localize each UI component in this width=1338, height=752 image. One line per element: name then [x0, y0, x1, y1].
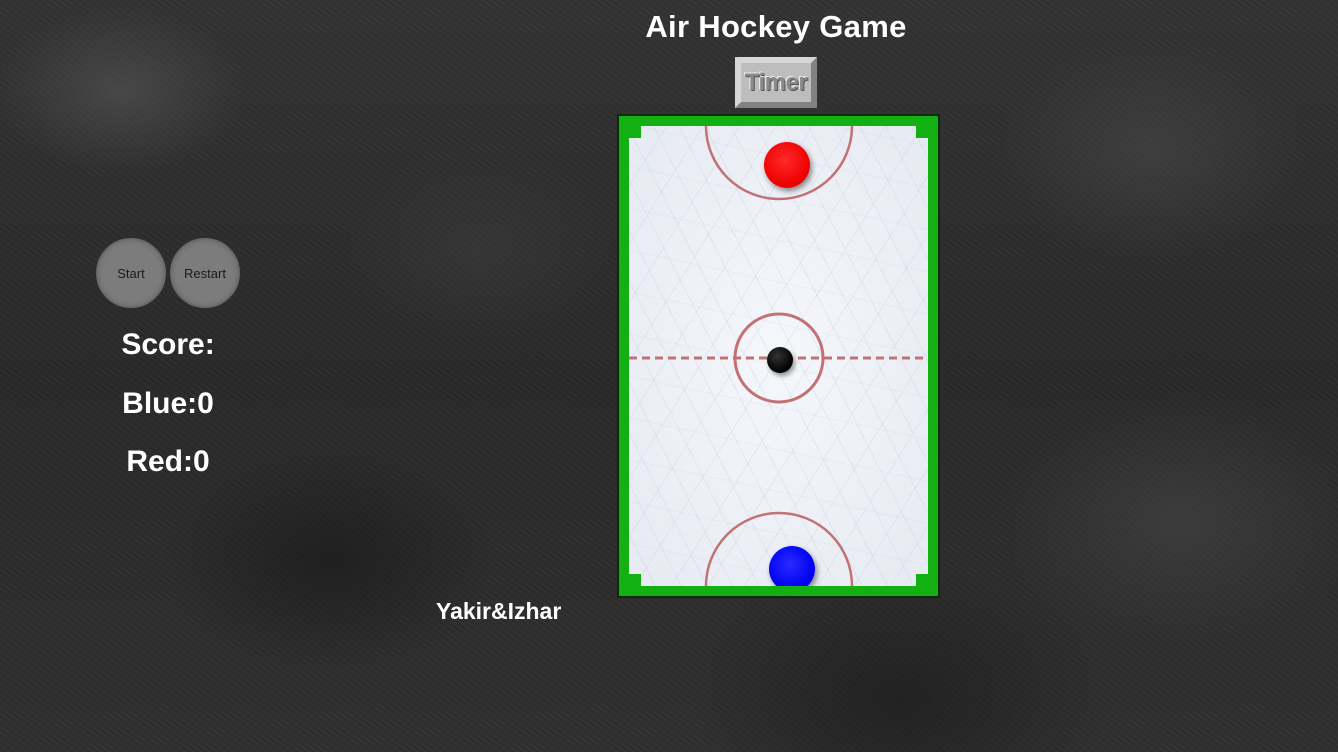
credits-text: Yakir&Izhar — [436, 598, 562, 624]
red-score: Red:0 — [126, 445, 210, 478]
restart-button[interactable]: Restart — [170, 238, 240, 308]
puck — [767, 347, 793, 373]
corner-notch-top-right — [916, 126, 928, 138]
corner-notch-top-left — [629, 126, 641, 138]
blue-mallet[interactable] — [769, 546, 815, 586]
score-heading: Score: — [121, 328, 215, 361]
ice-rink[interactable] — [629, 126, 928, 586]
game-board[interactable] — [617, 114, 940, 598]
start-button[interactable]: Start — [96, 238, 166, 308]
red-mallet[interactable] — [764, 142, 810, 188]
corner-notch-bottom-left — [629, 574, 641, 586]
blue-score: Blue:0 — [122, 387, 214, 420]
timer-display: Timer — [735, 57, 817, 108]
corner-notch-bottom-right — [916, 574, 928, 586]
page-title: Air Hockey Game — [645, 9, 907, 44]
timer-label: Timer — [744, 68, 808, 96]
